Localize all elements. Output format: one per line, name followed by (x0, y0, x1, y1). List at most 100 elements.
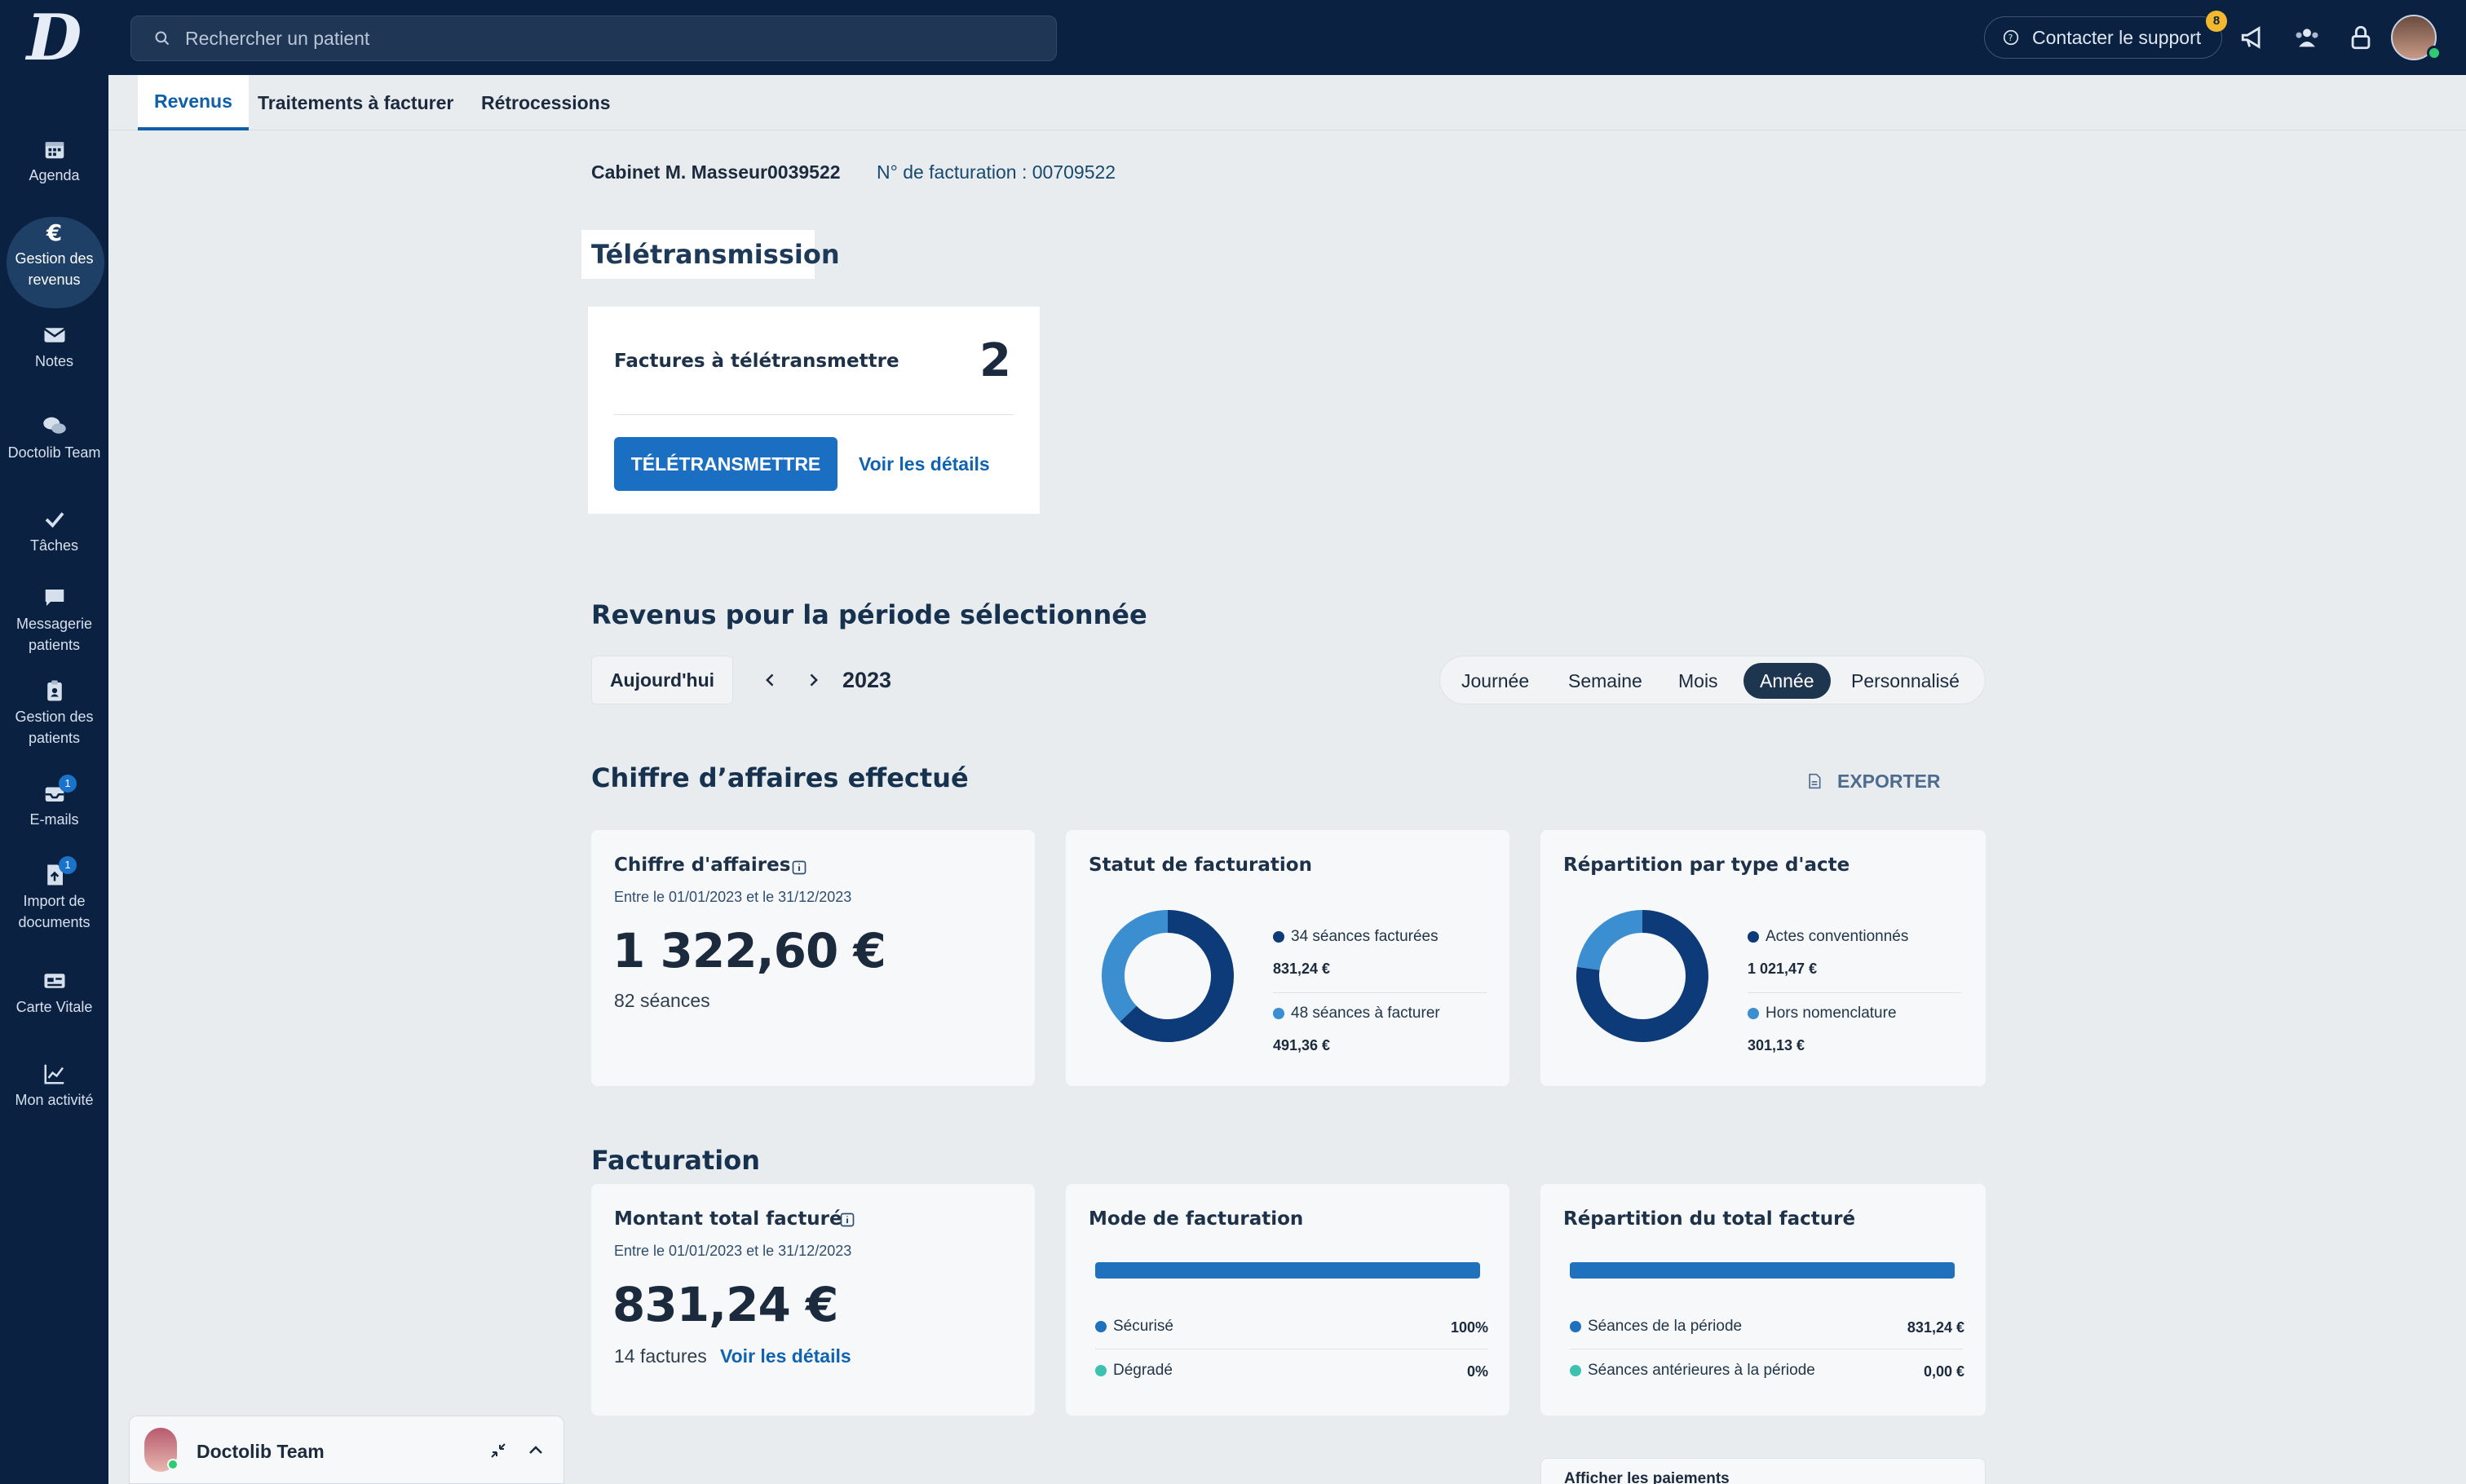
sidebar-item-revenus[interactable]: € Gestion des revenus (0, 217, 108, 308)
sidebar-item-mon-activite[interactable]: Mon activité (0, 1062, 108, 1111)
previous-period-button[interactable] (756, 665, 785, 695)
today-button[interactable]: Aujourd'hui (591, 656, 733, 704)
legend-dot (1748, 931, 1759, 943)
billing-mode-bar-fill (1095, 1262, 1480, 1279)
period-option-journee[interactable]: Journée (1461, 663, 1529, 699)
period-option-annee[interactable]: Année (1743, 663, 1831, 699)
sidebar-item-taches[interactable]: Tâches (0, 507, 108, 556)
invoices-count: 14 factures (614, 1345, 707, 1367)
billing-section-title: Facturation (591, 1145, 761, 1176)
info-icon[interactable] (839, 1212, 855, 1228)
period-option-semaine[interactable]: Semaine (1568, 663, 1642, 699)
lock-icon (2351, 25, 2371, 50)
support-label: Contacter le support (2032, 26, 2202, 48)
donut-slice-1 (1102, 910, 1169, 1022)
doctolib-logo[interactable]: D (0, 0, 108, 75)
revenue-amount: 1 322,60 € (612, 923, 886, 978)
sidebar-item-emails[interactable]: 1 E-mails (0, 775, 108, 830)
team-button[interactable] (2291, 21, 2323, 54)
sidebar-item-carte-vitale[interactable]: Carte Vitale (0, 969, 108, 1018)
sidebar-item-label: Agenda (29, 167, 80, 183)
legend-item: Sécurisé (1095, 1318, 1173, 1336)
svg-text:€: € (46, 220, 62, 245)
search-placeholder: Rechercher un patient (185, 27, 370, 49)
legend-dot (1748, 1008, 1759, 1019)
sidebar-item-label: Mon activité (15, 1092, 94, 1108)
tab-traitements-a-facturer[interactable]: Traitements à facturer (258, 75, 453, 130)
legend-label: Séances de la période (1588, 1318, 1743, 1335)
billing-status-donut (1102, 910, 1234, 1042)
legend-label: 34 séances facturées (1291, 928, 1438, 945)
billing-mode-card: Mode de facturation Sécurisé 100% Dégrad… (1066, 1184, 1509, 1416)
billed-split-card: Répartition du total facturé Séances de … (1540, 1184, 1986, 1416)
period-selector: Journée Semaine Mois Année Personnalisé (1439, 656, 1986, 704)
teletransmettre-button[interactable]: TÉLÉTRANSMETTRE (614, 437, 837, 491)
period-title: Revenus pour la période sélectionnée (591, 599, 1147, 630)
billed-split-title: Répartition du total facturé (1563, 1208, 1856, 1230)
teletransmission-card: Factures à télétransmettre 2 TÉLÉTRANSME… (588, 307, 1040, 514)
billing-status-card: Statut de facturation 34 séances facturé… (1066, 830, 1509, 1086)
sidebar-item-agenda[interactable]: Agenda (0, 137, 108, 186)
chat-bubbles-icon (42, 417, 66, 434)
legend-value: 100% (1450, 1319, 1488, 1336)
announcements-button[interactable] (2237, 21, 2269, 54)
legend-value: 0% (1466, 1363, 1488, 1380)
legend-item: Séances antérieures à la période (1570, 1362, 1815, 1380)
period-option-personnalise[interactable]: Personnalisé (1851, 663, 1960, 699)
cabinet-name: Cabinet M. Masseur0039522 (591, 161, 841, 183)
legend-label: Séances antérieures à la période (1588, 1362, 1815, 1379)
legend-dot (1273, 1008, 1284, 1019)
users-icon (2296, 29, 2318, 47)
tab-retrocessions[interactable]: Rétrocessions (481, 75, 611, 130)
envelope-icon (43, 328, 65, 342)
invoices-to-transmit-count: 2 (979, 334, 1011, 387)
clipboard-icon (46, 680, 62, 701)
revenue-card-range: Entre le 01/01/2023 et le 31/12/2023 (614, 889, 852, 905)
chevron-up-icon[interactable] (526, 1441, 546, 1460)
legend-dot (1273, 931, 1284, 943)
euro-icon: € (46, 220, 62, 245)
tab-revenus[interactable]: Revenus (138, 75, 249, 130)
legend-value: 831,24 € (1907, 1319, 1964, 1336)
legend-item: Séances de la période (1570, 1318, 1742, 1336)
act-type-donut (1576, 910, 1708, 1042)
legend-item: 48 séances à facturer (1273, 1005, 1440, 1022)
legend-value: 0,00 € (1923, 1363, 1964, 1380)
act-type-title: Répartition par type d'acte (1563, 855, 1850, 876)
sidebar-item-doctolib-team[interactable]: Doctolib Team (0, 414, 108, 463)
show-payments-button[interactable]: Afficher les paiements (1540, 1458, 1986, 1484)
legend-label: Sécurisé (1113, 1318, 1173, 1335)
period-option-mois[interactable]: Mois (1678, 663, 1718, 699)
search-input[interactable]: Rechercher un patient (130, 15, 1057, 61)
sidebar-item-notes[interactable]: Notes (0, 323, 108, 372)
legend-value: 1 021,47 € (1748, 961, 1818, 977)
collapse-icon[interactable] (488, 1441, 508, 1460)
next-period-button[interactable] (798, 665, 828, 695)
sidebar-item-import-documents[interactable]: 1 Import de documents (0, 856, 108, 933)
billed-split-bar-fill (1570, 1262, 1955, 1279)
total-billed-card: Montant total facturé Entre le 01/01/202… (591, 1184, 1035, 1416)
legend-dot (1095, 1365, 1107, 1376)
divider (1748, 992, 1961, 993)
sidebar-item-label: Messagerie patients (15, 616, 93, 653)
voir-details-link[interactable]: Voir les détails (720, 1345, 851, 1367)
megaphone-icon (2241, 26, 2260, 49)
sidebar-item-gestion-patients[interactable]: Gestion des patients (0, 678, 108, 749)
legend-dot (1570, 1321, 1581, 1332)
legend-item: Hors nomenclature (1748, 1005, 1897, 1022)
info-icon[interactable] (791, 859, 807, 876)
lock-button[interactable] (2344, 21, 2377, 54)
contact-support-button[interactable]: ? Contacter le support (1984, 16, 2222, 59)
legend-label: Actes conventionnés (1766, 928, 1909, 945)
import-badge: 1 (59, 856, 77, 874)
message-icon (45, 590, 64, 606)
legend-item: Actes conventionnés (1748, 928, 1908, 946)
sidebar-item-label: Doctolib Team (7, 444, 101, 461)
divider (1273, 992, 1487, 993)
chat-widget[interactable]: Doctolib Team (129, 1416, 564, 1484)
export-button[interactable]: EXPORTER (1806, 762, 1941, 801)
sidebar-item-label: E-mails (29, 811, 79, 828)
voir-details-link[interactable]: Voir les détails (859, 453, 990, 475)
teletransmission-title-box: Télétransmission (581, 230, 840, 279)
sidebar-item-messagerie[interactable]: Messagerie patients (0, 585, 108, 656)
